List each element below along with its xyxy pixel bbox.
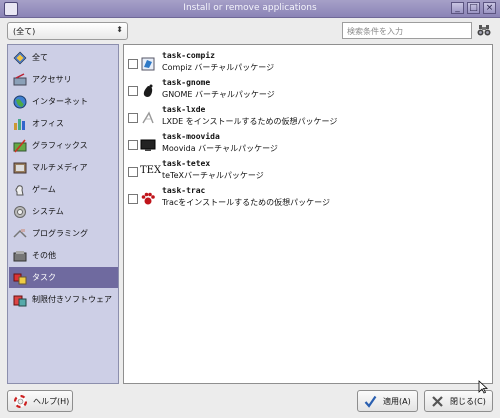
lxde-icon — [142, 111, 154, 124]
sidebar-item-restricted[interactable]: 制限付きソフトウェア — [9, 289, 118, 310]
help-button-label: ヘルプ(H) — [33, 396, 70, 406]
package-name: task-tetex — [162, 159, 211, 168]
apply-button[interactable]: 適用(A) — [357, 390, 418, 412]
package-name: task-gnome — [162, 78, 211, 87]
mouse-pointer-icon — [478, 380, 488, 394]
list-item: task-moovida Moovida バーチャルパッケージ — [124, 130, 484, 156]
package-checkbox[interactable] — [128, 194, 138, 204]
globe-icon — [13, 95, 27, 108]
task-icon — [13, 273, 27, 284]
sidebar-item-other[interactable]: その他 — [9, 245, 118, 266]
help-button[interactable]: ヘルプ(H) — [7, 390, 73, 412]
category-sidebar: 全て アクセサリ インターネット オフィス グラフィックス マルチメディア ゲー… — [7, 44, 119, 384]
package-name: task-trac — [162, 186, 206, 195]
programming-icon — [13, 228, 27, 238]
package-list: task-compiz Compiz バーチャルパッケージ task-gnome… — [123, 44, 493, 384]
minimize-button[interactable]: _ — [451, 2, 464, 14]
restricted-icon — [13, 295, 27, 306]
package-name: task-compiz — [162, 51, 215, 60]
tex-icon: TEX — [140, 165, 162, 176]
package-checkbox[interactable] — [128, 113, 138, 123]
list-item: TEX task-tetex teTeXバーチャルパッケージ — [124, 157, 484, 183]
game-icon — [15, 184, 24, 195]
lifebuoy-icon — [14, 394, 27, 408]
gnome-icon — [143, 84, 153, 97]
package-description: Tracをインストールするための仮想パッケージ — [162, 198, 330, 207]
package-name: task-lxde — [162, 105, 206, 114]
close-window-button[interactable]: × — [483, 2, 496, 14]
sidebar-item-programming[interactable]: プログラミング — [9, 223, 118, 244]
list-item: task-compiz Compiz バーチャルパッケージ — [124, 49, 484, 75]
sidebar-item-multimedia[interactable]: マルチメディア — [9, 157, 118, 178]
multimedia-icon — [13, 162, 27, 173]
window-title: Install or remove applications — [183, 3, 317, 13]
checkmark-icon — [364, 395, 377, 408]
list-item: task-gnome GNOME バーチャルパッケージ — [124, 76, 484, 102]
sidebar-item-task[interactable]: タスク — [9, 267, 118, 288]
sidebar-item-graphics[interactable]: グラフィックス — [9, 135, 118, 156]
sidebar-item-system[interactable]: システム — [9, 201, 118, 222]
all-apps-icon — [13, 51, 27, 64]
category-filter-value: (全て) — [13, 27, 36, 36]
compiz-icon — [141, 57, 155, 71]
search-input[interactable] — [343, 23, 471, 39]
accessories-icon — [13, 72, 27, 85]
graphics-icon — [13, 138, 27, 153]
package-description: LXDE をインストールするための仮想パッケージ — [162, 117, 338, 126]
list-item: task-lxde LXDE をインストールするための仮想パッケージ — [124, 103, 484, 129]
sidebar-item-all[interactable]: 全て — [9, 47, 118, 68]
sidebar-item-office[interactable]: オフィス — [9, 113, 118, 134]
package-checkbox[interactable] — [128, 167, 138, 177]
office-icon — [14, 118, 25, 130]
package-checkbox[interactable] — [128, 59, 138, 69]
package-checkbox[interactable] — [128, 86, 138, 96]
trac-icon — [141, 192, 155, 205]
maximize-button[interactable]: □ — [467, 2, 480, 14]
sidebar-item-accessories[interactable]: アクセサリ — [9, 69, 118, 90]
package-description: teTeXバーチャルパッケージ — [162, 171, 264, 180]
package-description: Compiz バーチャルパッケージ — [162, 63, 275, 72]
other-icon — [13, 250, 27, 261]
package-name: task-moovida — [162, 132, 220, 141]
apply-button-label: 適用(A) — [383, 396, 411, 406]
category-filter-select[interactable]: (全て) ⬍ — [7, 22, 128, 40]
system-icon — [14, 205, 26, 218]
updown-arrow-icon: ⬍ — [116, 25, 123, 34]
close-button-label: 閉じる(C) — [450, 396, 486, 406]
sidebar-item-game[interactable]: ゲーム — [9, 179, 118, 200]
package-description: Moovida バーチャルパッケージ — [162, 144, 278, 153]
title-bar: Install or remove applications _ □ × — [0, 0, 500, 18]
package-checkbox[interactable] — [128, 140, 138, 150]
list-item: task-trac Tracをインストールするための仮想パッケージ — [124, 184, 484, 210]
sidebar-item-internet[interactable]: インターネット — [9, 91, 118, 112]
close-icon — [432, 395, 443, 407]
search-field[interactable] — [342, 22, 472, 39]
moovida-icon — [140, 139, 156, 151]
package-description: GNOME バーチャルパッケージ — [162, 90, 275, 99]
binoculars-icon[interactable] — [477, 23, 491, 37]
